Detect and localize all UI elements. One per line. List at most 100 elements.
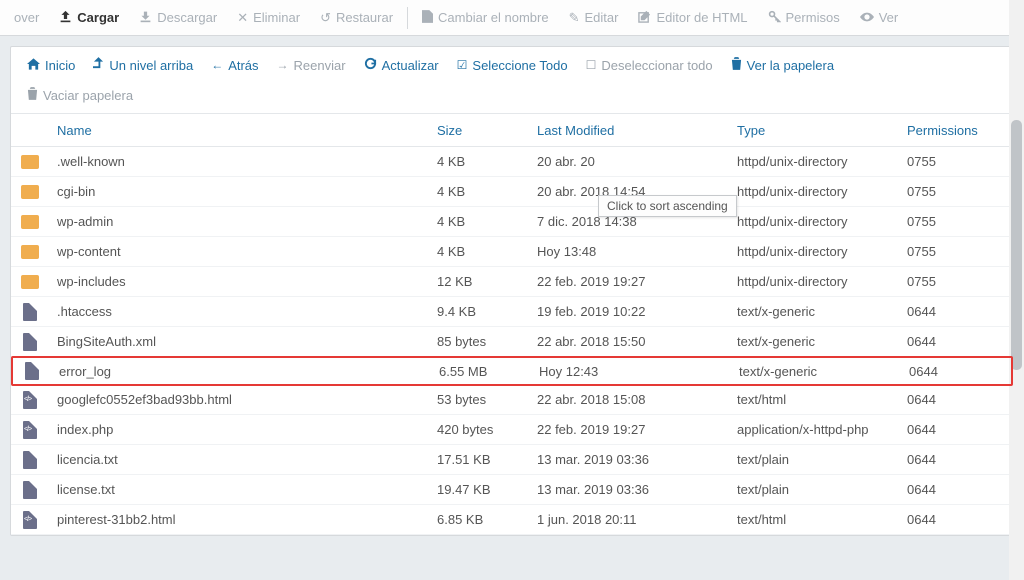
up-level-button[interactable]: Un nivel arriba: [85, 53, 201, 77]
col-name[interactable]: Name: [49, 123, 429, 138]
cell-modified: 20 abr. 20: [529, 154, 729, 169]
col-modified[interactable]: Last Modified: [529, 123, 729, 138]
deselect-all-button[interactable]: ☐ Deseleccionar todo: [578, 54, 721, 77]
secondary-toolbar-row2: Vaciar papelera: [11, 83, 1013, 113]
table-row[interactable]: wp-admin4 KB7 dic. 2018 14:38httpd/unix-…: [11, 207, 1013, 237]
trash-icon: [731, 57, 742, 73]
cell-type: text/html: [729, 392, 899, 407]
edit-button[interactable]: ✎ Editar: [559, 4, 629, 32]
cell-type: text/x-generic: [729, 304, 899, 319]
table-header: Name Size Last Modified Type Permissions: [11, 113, 1013, 147]
table-row[interactable]: BingSiteAuth.xml85 bytes22 abr. 2018 15:…: [11, 327, 1013, 357]
refresh-icon: [364, 57, 377, 73]
cell-size: 6.85 KB: [429, 512, 529, 527]
empty-trash-button[interactable]: Vaciar papelera: [19, 83, 141, 107]
cell-modified: 22 abr. 2018 15:50: [529, 334, 729, 349]
table-row[interactable]: cgi-bin4 KB20 abr. 2018 14:54httpd/unix-…: [11, 177, 1013, 207]
sort-tooltip: Click to sort ascending: [598, 195, 737, 217]
table-row[interactable]: .htaccess9.4 KB19 feb. 2019 10:22text/x-…: [11, 297, 1013, 327]
permissions-button[interactable]: Permisos: [758, 4, 850, 32]
table-row[interactable]: pinterest-31bb2.html6.85 KB1 jun. 2018 2…: [11, 505, 1013, 535]
home-button[interactable]: Inicio: [19, 54, 83, 77]
scrollbar[interactable]: [1009, 0, 1024, 580]
undo-icon: ↺: [320, 10, 331, 26]
table-row[interactable]: googlefc0552ef3bad93bb.html53 bytes22 ab…: [11, 385, 1013, 415]
cell-name: googlefc0552ef3bad93bb.html: [49, 392, 429, 407]
file-icon: [25, 362, 39, 380]
file-type-icon-cell: [11, 391, 49, 409]
cell-name: wp-admin: [49, 214, 429, 229]
file-type-icon-cell: [11, 245, 49, 259]
cell-size: 4 KB: [429, 214, 529, 229]
reload-button[interactable]: Actualizar: [356, 53, 447, 77]
folder-icon: [21, 155, 39, 169]
file-icon: [23, 303, 37, 321]
html-editor-button[interactable]: Editor de HTML: [628, 4, 757, 32]
cell-perm: 0644: [899, 304, 999, 319]
cell-size: 53 bytes: [429, 392, 529, 407]
back-button[interactable]: ← Atrás: [203, 54, 266, 77]
cell-perm: 0755: [899, 274, 999, 289]
table-row[interactable]: wp-includes12 KB22 feb. 2019 19:27httpd/…: [11, 267, 1013, 297]
eye-icon: [860, 10, 874, 25]
cell-modified: 22 feb. 2019 19:27: [529, 274, 729, 289]
file-icon: [422, 10, 433, 26]
table-row[interactable]: licencia.txt17.51 KB13 mar. 2019 03:36te…: [11, 445, 1013, 475]
delete-button[interactable]: ✕ Eliminar: [227, 4, 310, 32]
cell-name: wp-content: [49, 244, 429, 259]
file-type-icon-cell: [11, 511, 49, 529]
select-all-button[interactable]: ☑ Seleccione Todo: [449, 54, 576, 77]
download-button[interactable]: Descargar: [129, 4, 227, 32]
rename-button[interactable]: Cambiar el nombre: [412, 4, 559, 32]
cell-perm: 0644: [899, 512, 999, 527]
cell-modified: Hoy 13:48: [529, 244, 729, 259]
cell-type: text/x-generic: [729, 334, 899, 349]
edit-box-icon: [638, 10, 651, 26]
view-trash-button[interactable]: Ver la papelera: [723, 53, 842, 77]
table-row[interactable]: .well-known4 KB20 abr. 20httpd/unix-dire…: [11, 147, 1013, 177]
cell-name: license.txt: [49, 482, 429, 497]
cell-type: httpd/unix-directory: [729, 244, 899, 259]
cell-name: wp-includes: [49, 274, 429, 289]
file-type-icon-cell: [11, 451, 49, 469]
scrollbar-thumb[interactable]: [1011, 120, 1022, 370]
table-row[interactable]: wp-content4 KBHoy 13:48httpd/unix-direct…: [11, 237, 1013, 267]
cell-name: pinterest-31bb2.html: [49, 512, 429, 527]
forward-button[interactable]: → Reenviar: [269, 54, 354, 77]
cell-size: 85 bytes: [429, 334, 529, 349]
cell-name: .well-known: [49, 154, 429, 169]
cell-type: httpd/unix-directory: [729, 274, 899, 289]
download-icon: [139, 10, 152, 26]
cell-size: 4 KB: [429, 244, 529, 259]
cell-size: 6.55 MB: [431, 364, 531, 379]
col-size[interactable]: Size: [429, 123, 529, 138]
arrow-right-icon: →: [277, 58, 289, 72]
cell-name: .htaccess: [49, 304, 429, 319]
cell-modified: 13 mar. 2019 03:36: [529, 452, 729, 467]
col-type[interactable]: Type: [729, 123, 899, 138]
separator: [407, 7, 408, 29]
file-type-icon-cell: [11, 481, 49, 499]
file-type-icon-cell: [11, 303, 49, 321]
cell-modified: 13 mar. 2019 03:36: [529, 482, 729, 497]
view-button[interactable]: Ver: [850, 4, 909, 31]
file-browser-panel: Inicio Un nivel arriba ← Atrás → Reenvia…: [10, 46, 1014, 536]
upload-button[interactable]: Cargar: [49, 4, 129, 32]
check-square-icon: ☑: [457, 58, 468, 72]
cell-perm: 0644: [899, 422, 999, 437]
file-type-icon-cell: [11, 333, 49, 351]
code-file-icon: [23, 511, 37, 529]
restore-button[interactable]: ↺ Restaurar: [310, 4, 403, 32]
cell-type: httpd/unix-directory: [729, 214, 899, 229]
table-row[interactable]: index.php420 bytes22 feb. 2019 19:27appl…: [11, 415, 1013, 445]
cell-size: 420 bytes: [429, 422, 529, 437]
table-row[interactable]: error_log6.55 MBHoy 12:43text/x-generic0…: [11, 356, 1013, 386]
col-permissions[interactable]: Permissions: [899, 123, 999, 138]
cell-size: 4 KB: [429, 184, 529, 199]
cell-type: httpd/unix-directory: [729, 154, 899, 169]
cell-modified: Hoy 12:43: [531, 364, 731, 379]
cell-size: 12 KB: [429, 274, 529, 289]
folder-icon: [21, 185, 39, 199]
table-row[interactable]: license.txt19.47 KB13 mar. 2019 03:36tex…: [11, 475, 1013, 505]
close-icon: ✕: [237, 10, 248, 26]
